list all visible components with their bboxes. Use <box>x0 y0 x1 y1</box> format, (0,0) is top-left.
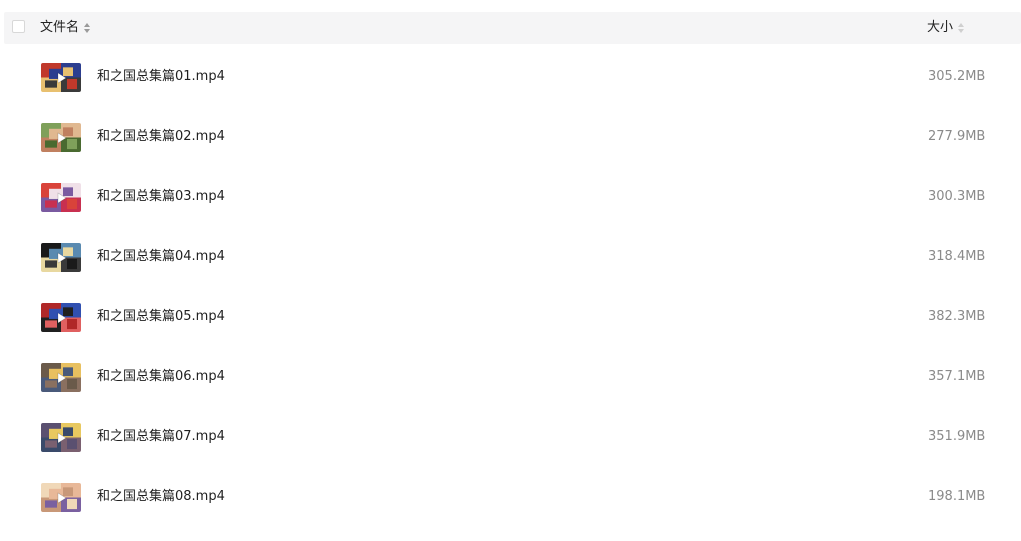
video-thumbnail[interactable] <box>41 243 81 272</box>
file-row[interactable]: 和之国总集篇03.mp4 300.3MB <box>4 164 1021 224</box>
sort-icon[interactable] <box>957 22 965 34</box>
video-thumbnail[interactable] <box>41 123 81 152</box>
column-header-size[interactable]: 大小 <box>927 12 965 44</box>
column-size-label: 大小 <box>927 20 954 35</box>
video-thumbnail[interactable] <box>41 483 81 512</box>
list-header: 文件名 大小 <box>4 12 1021 44</box>
file-name[interactable]: 和之国总集篇07.mp4 <box>97 428 225 446</box>
file-name[interactable]: 和之国总集篇03.mp4 <box>97 188 225 206</box>
file-size: 351.9MB <box>928 429 986 444</box>
file-name[interactable]: 和之国总集篇05.mp4 <box>97 308 225 326</box>
file-size: 382.3MB <box>928 309 986 324</box>
column-name-label: 文件名 <box>40 20 80 35</box>
file-size: 198.1MB <box>928 489 986 504</box>
video-thumbnail[interactable] <box>41 183 81 212</box>
play-icon <box>57 371 67 384</box>
video-thumbnail[interactable] <box>41 63 81 92</box>
file-name[interactable]: 和之国总集篇02.mp4 <box>97 128 225 146</box>
play-icon <box>57 431 67 444</box>
play-icon <box>57 251 67 264</box>
file-row[interactable]: 和之国总集篇04.mp4 318.4MB <box>4 224 1021 284</box>
file-name[interactable]: 和之国总集篇01.mp4 <box>97 68 225 86</box>
file-row[interactable]: 和之国总集篇07.mp4 351.9MB <box>4 404 1021 464</box>
play-icon <box>57 491 67 504</box>
file-size: 277.9MB <box>928 129 986 144</box>
video-thumbnail[interactable] <box>41 363 81 392</box>
file-list: 文件名 大小 和之国总集篇01.mp4 305.2MB 和之国总集篇02.mp4… <box>4 12 1021 524</box>
column-header-name[interactable]: 文件名 <box>40 12 91 44</box>
file-name[interactable]: 和之国总集篇06.mp4 <box>97 368 225 386</box>
file-name[interactable]: 和之国总集篇08.mp4 <box>97 488 225 506</box>
file-row[interactable]: 和之国总集篇02.mp4 277.9MB <box>4 104 1021 164</box>
play-icon <box>57 71 67 84</box>
play-icon <box>57 131 67 144</box>
file-name[interactable]: 和之国总集篇04.mp4 <box>97 248 225 266</box>
file-row[interactable]: 和之国总集篇06.mp4 357.1MB <box>4 344 1021 404</box>
video-thumbnail[interactable] <box>41 423 81 452</box>
file-row[interactable]: 和之国总集篇08.mp4 198.1MB <box>4 464 1021 524</box>
file-size: 318.4MB <box>928 249 986 264</box>
file-rows: 和之国总集篇01.mp4 305.2MB 和之国总集篇02.mp4 277.9M… <box>4 44 1021 524</box>
select-all-checkbox[interactable] <box>12 20 25 33</box>
file-row[interactable]: 和之国总集篇01.mp4 305.2MB <box>4 44 1021 104</box>
video-thumbnail[interactable] <box>41 303 81 332</box>
play-icon <box>57 311 67 324</box>
file-row[interactable]: 和之国总集篇05.mp4 382.3MB <box>4 284 1021 344</box>
sort-icon[interactable] <box>83 22 91 34</box>
file-size: 357.1MB <box>928 369 986 384</box>
play-icon <box>57 191 67 204</box>
file-size: 300.3MB <box>928 189 986 204</box>
file-size: 305.2MB <box>928 69 986 84</box>
